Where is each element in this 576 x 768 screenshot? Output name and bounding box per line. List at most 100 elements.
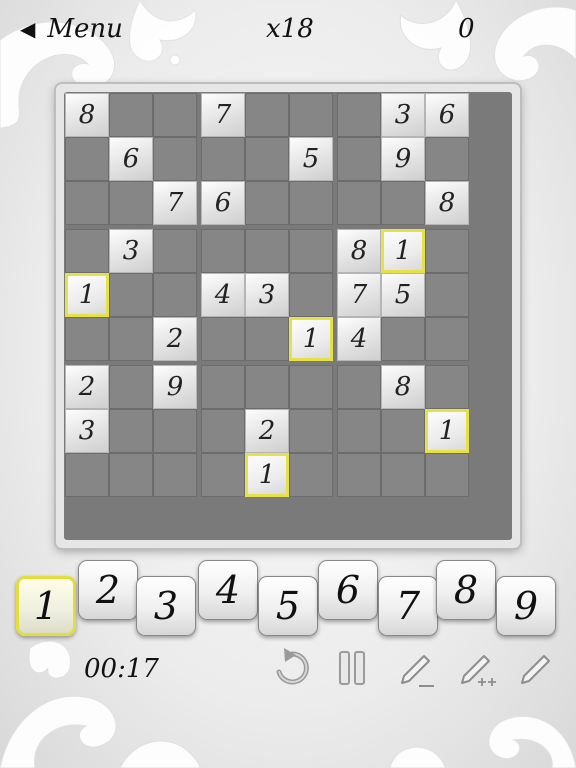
grid-cell[interactable]	[425, 137, 469, 181]
grid-cell[interactable]: 3	[65, 409, 109, 453]
grid-cell[interactable]: 5	[289, 137, 333, 181]
grid-cell[interactable]	[65, 229, 109, 273]
grid-cell[interactable]: 4	[337, 317, 381, 361]
grid-cell[interactable]	[109, 453, 153, 497]
grid-cell[interactable]	[65, 137, 109, 181]
grid-cell[interactable]	[245, 181, 289, 225]
grid-cell[interactable]: 8	[425, 181, 469, 225]
grid-cell[interactable]	[337, 409, 381, 453]
digit-key-6[interactable]: 6	[318, 560, 378, 620]
grid-cell[interactable]: 6	[109, 137, 153, 181]
grid-cell[interactable]: 1	[425, 409, 469, 453]
grid-cell[interactable]	[201, 137, 245, 181]
grid-cell[interactable]	[381, 453, 425, 497]
grid-cell[interactable]	[289, 453, 333, 497]
grid-cell[interactable]	[245, 229, 289, 273]
grid-cell[interactable]	[245, 317, 289, 361]
grid-cell[interactable]: 2	[245, 409, 289, 453]
grid-cell[interactable]	[425, 273, 469, 317]
grid-cell[interactable]	[109, 365, 153, 409]
grid-cell[interactable]	[153, 137, 197, 181]
pencil-icon[interactable]	[516, 648, 556, 688]
grid-cell[interactable]: 7	[337, 273, 381, 317]
score-multiplier: x18	[266, 14, 314, 44]
digit-key-9[interactable]: 9	[496, 576, 556, 636]
digit-key-3[interactable]: 3	[136, 576, 196, 636]
grid-cell[interactable]	[153, 273, 197, 317]
grid-cell[interactable]	[245, 137, 289, 181]
pencil-erase-icon[interactable]	[396, 648, 436, 688]
grid-cell[interactable]	[381, 181, 425, 225]
grid-cell[interactable]	[425, 317, 469, 361]
grid-cell[interactable]	[289, 229, 333, 273]
grid-cell[interactable]: 7	[153, 181, 197, 225]
grid-cell[interactable]: 1	[65, 273, 109, 317]
grid-cell[interactable]	[153, 409, 197, 453]
grid-cell[interactable]: 9	[381, 137, 425, 181]
grid-cell[interactable]: 1	[245, 453, 289, 497]
menu-button[interactable]: ◀ Menu	[20, 14, 123, 44]
grid-cell[interactable]	[201, 317, 245, 361]
grid-cell[interactable]: 2	[65, 365, 109, 409]
grid-cell[interactable]: 3	[109, 229, 153, 273]
grid-cell[interactable]	[425, 229, 469, 273]
grid-cell[interactable]	[289, 409, 333, 453]
digit-key-8[interactable]: 8	[436, 560, 496, 620]
digit-key-4[interactable]: 4	[198, 560, 258, 620]
grid-cell[interactable]	[245, 93, 289, 137]
grid-cell[interactable]	[289, 93, 333, 137]
grid-cell[interactable]	[65, 181, 109, 225]
grid-cell[interactable]	[65, 317, 109, 361]
grid-cell[interactable]: 6	[201, 181, 245, 225]
grid-cell[interactable]: 8	[65, 93, 109, 137]
grid-cell[interactable]: 1	[289, 317, 333, 361]
grid-cell[interactable]	[289, 365, 333, 409]
grid-cell[interactable]	[65, 453, 109, 497]
timer: 00:17	[84, 654, 159, 684]
pencil-notes-icon[interactable]	[456, 648, 496, 688]
grid-cell[interactable]	[337, 365, 381, 409]
grid-cell[interactable]: 2	[153, 317, 197, 361]
grid-cell[interactable]: 7	[201, 93, 245, 137]
grid-cell[interactable]	[109, 317, 153, 361]
grid-cell[interactable]	[201, 453, 245, 497]
grid-cell[interactable]	[289, 273, 333, 317]
grid-cell[interactable]: 3	[381, 93, 425, 137]
grid-cell[interactable]	[153, 229, 197, 273]
grid-cell[interactable]: 1	[381, 229, 425, 273]
grid-cell[interactable]	[337, 137, 381, 181]
grid-cell[interactable]	[201, 365, 245, 409]
grid-cell[interactable]: 6	[425, 93, 469, 137]
sudoku-grid: 8736659768381143752142983211	[64, 92, 512, 540]
grid-cell[interactable]	[109, 409, 153, 453]
grid-cell[interactable]: 3	[245, 273, 289, 317]
grid-cell[interactable]: 8	[337, 229, 381, 273]
grid-cell[interactable]	[153, 453, 197, 497]
score-value: 0	[458, 14, 475, 44]
grid-cell[interactable]	[289, 181, 333, 225]
undo-icon[interactable]	[272, 648, 312, 688]
grid-cell[interactable]	[109, 93, 153, 137]
digit-key-7[interactable]: 7	[378, 576, 438, 636]
grid-cell[interactable]	[153, 93, 197, 137]
grid-cell[interactable]: 8	[381, 365, 425, 409]
grid-cell[interactable]	[109, 181, 153, 225]
grid-cell[interactable]	[337, 181, 381, 225]
digit-key-1[interactable]: 1	[16, 576, 76, 636]
digit-key-5[interactable]: 5	[258, 576, 318, 636]
grid-cell[interactable]	[201, 409, 245, 453]
grid-cell[interactable]	[425, 453, 469, 497]
grid-cell[interactable]: 9	[153, 365, 197, 409]
grid-cell[interactable]	[201, 229, 245, 273]
grid-cell[interactable]	[245, 365, 289, 409]
grid-cell[interactable]	[337, 93, 381, 137]
grid-cell[interactable]	[109, 273, 153, 317]
grid-cell[interactable]: 4	[201, 273, 245, 317]
digit-key-2[interactable]: 2	[78, 560, 138, 620]
pause-icon[interactable]	[332, 648, 372, 688]
grid-cell[interactable]	[381, 409, 425, 453]
grid-cell[interactable]: 5	[381, 273, 425, 317]
grid-cell[interactable]	[381, 317, 425, 361]
grid-cell[interactable]	[425, 365, 469, 409]
grid-cell[interactable]	[337, 453, 381, 497]
